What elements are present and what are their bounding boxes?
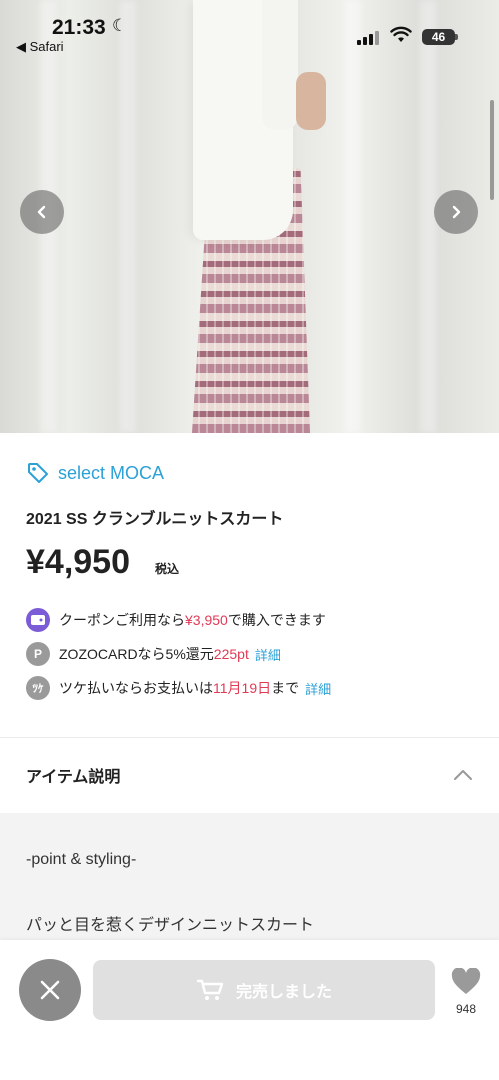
status-bar: 21:33 ☾ ◀ Safari 46 xyxy=(0,0,499,56)
coupon-promo[interactable]: クーポンご利用なら ¥3,950 で購入できます xyxy=(26,607,326,633)
zozocard-promo: P ZOZOCARDなら5%還元 225pt 詳細 xyxy=(26,641,281,667)
favorite-count: 948 xyxy=(455,1002,477,1016)
hand-photo xyxy=(296,72,326,130)
scroll-indicator xyxy=(490,100,494,200)
favorite-button[interactable]: 948 xyxy=(446,967,486,1016)
cart-icon xyxy=(196,979,224,1000)
brand-name: select MOCA xyxy=(58,462,165,483)
tsuke-text-after: まで xyxy=(271,680,300,696)
sold-out-button[interactable]: 完売しました xyxy=(93,960,435,1020)
chevron-right-icon xyxy=(452,205,461,219)
chevron-left-icon xyxy=(37,205,46,219)
tag-icon xyxy=(28,463,48,483)
product-title: 2021 SS クランブルニットスカート xyxy=(26,511,284,528)
tsuke-details-link[interactable]: 詳細 xyxy=(305,679,331,698)
battery-tip xyxy=(455,34,458,40)
zozocard-p-icon: P xyxy=(26,642,50,666)
product-image[interactable] xyxy=(0,0,499,433)
back-to-safari-link[interactable]: ◀ Safari xyxy=(16,39,64,55)
close-icon xyxy=(40,980,60,1000)
heart-icon xyxy=(451,967,481,994)
chevron-up-icon xyxy=(454,770,472,780)
tsuke-text-before: ツケ払いならお支払いは xyxy=(59,680,213,696)
zozocard-text: ZOZOCARDなら5%還元 xyxy=(59,646,214,662)
section-title: アイテム説明 xyxy=(26,769,121,786)
tax-label: 税込 xyxy=(155,562,180,576)
item-description-body: -point & styling- パッと目を惹くデザインニットスカート xyxy=(0,813,499,953)
battery-icon: 46 xyxy=(422,29,455,45)
coupon-price: ¥3,950 xyxy=(185,612,228,628)
sold-out-label: 完売しました xyxy=(235,984,332,1001)
brand-link[interactable]: select MOCA xyxy=(26,460,164,486)
close-button[interactable] xyxy=(19,959,81,1021)
item-description-header[interactable]: アイテム説明 xyxy=(0,738,499,812)
previous-image-button[interactable] xyxy=(20,190,64,234)
curtain-fold xyxy=(345,0,361,433)
bottom-action-bar: 完売しました 948 xyxy=(0,940,499,1080)
coupon-text-after: で購入できます xyxy=(227,612,326,628)
tsuke-payment-icon: ﾂｹ xyxy=(26,676,50,700)
curtain-fold xyxy=(120,0,136,433)
status-time: 21:33 xyxy=(52,16,106,39)
tsuke-payment-promo: ﾂｹ ツケ払いならお支払いは 11月19日 まで 詳細 xyxy=(26,675,331,701)
description-line: パッと目を惹くデザインニットスカート xyxy=(26,917,315,934)
coupon-text-before: クーポンご利用なら xyxy=(59,612,185,628)
wifi-icon xyxy=(390,26,412,42)
coupon-icon xyxy=(26,608,50,632)
zozocard-details-link[interactable]: 詳細 xyxy=(255,645,281,664)
next-image-button[interactable] xyxy=(434,190,478,234)
cellular-signal-icon xyxy=(357,30,379,45)
product-price: ¥4,950 xyxy=(26,543,130,581)
tsuke-due-date: 11月19日 xyxy=(213,680,272,696)
description-line: -point & styling- xyxy=(26,851,137,868)
moon-icon: ☾ xyxy=(112,16,128,35)
zozocard-points: 225pt xyxy=(213,646,249,662)
